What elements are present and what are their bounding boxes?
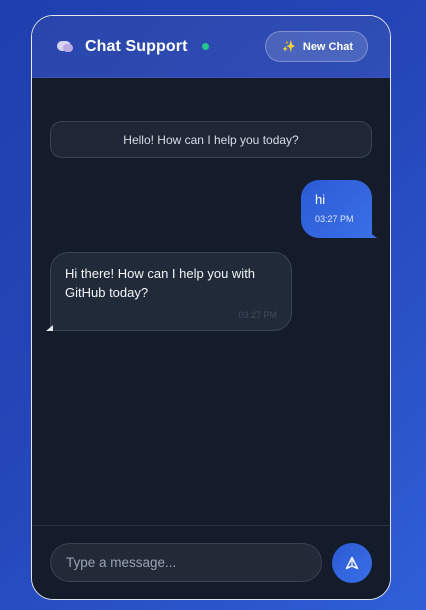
user-message-time: 03:27 PM	[315, 214, 354, 224]
bot-message-text: Hi there! How can I help you with GitHub…	[65, 266, 256, 300]
send-icon	[345, 556, 359, 569]
message-list[interactable]: Hello! How can I help you today? hi 03:2…	[32, 78, 390, 525]
system-message: Hello! How can I help you today?	[50, 121, 372, 158]
online-status-dot	[201, 43, 209, 50]
user-message-text: hi	[315, 192, 326, 207]
bot-message-time: 03:27 PM	[238, 310, 277, 320]
message-input[interactable]	[50, 543, 322, 582]
chat-window: Chat Support ✨ New Chat Hello! How can I…	[31, 15, 391, 600]
sparkle-icon: ✨	[282, 41, 296, 53]
chat-bubbles-icon	[56, 40, 74, 54]
send-button[interactable]	[332, 542, 372, 583]
system-message-text: Hello! How can I help you today?	[123, 132, 299, 147]
bubble-tail	[369, 232, 377, 238]
chat-header: Chat Support ✨ New Chat	[32, 16, 390, 78]
user-message-bubble: hi 03:27 PM	[301, 180, 377, 238]
composer-bar	[32, 525, 390, 599]
new-chat-label: New Chat	[302, 40, 353, 53]
bot-message-bubble: Hi there! How can I help you with GitHub…	[46, 252, 292, 331]
chat-title: Chat Support	[85, 37, 188, 55]
new-chat-button[interactable]: ✨ New Chat	[265, 31, 368, 62]
bubble-tail	[46, 325, 53, 331]
